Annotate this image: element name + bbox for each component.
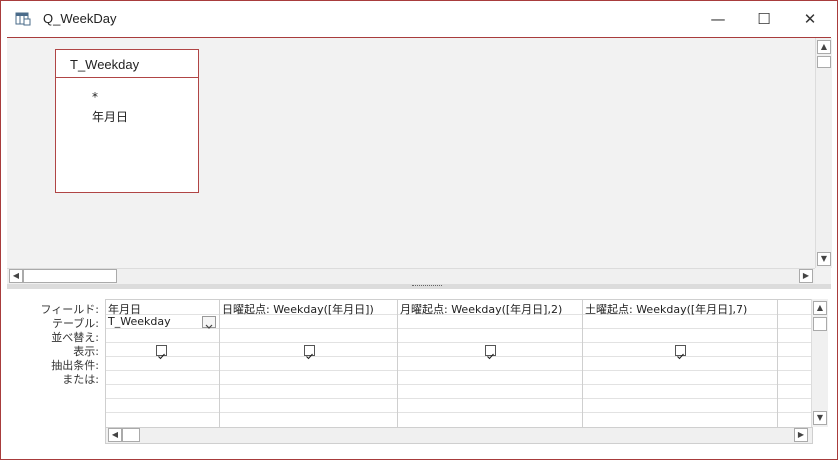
show-checkbox[interactable] bbox=[675, 345, 686, 360]
table-cell[interactable]: T_Weekday bbox=[108, 315, 171, 328]
table-pane[interactable]: T_Weekday * 年月日 ▲ ▼ ◀ ▶ bbox=[7, 37, 832, 285]
row-label-or: または: bbox=[62, 373, 99, 386]
grid-column-4[interactable]: 土曜起点: Weekday([年月日],7) bbox=[583, 300, 778, 428]
field-cell[interactable]: 日曜起点: Weekday([年月日]) bbox=[222, 301, 374, 317]
scroll-thumb[interactable] bbox=[817, 56, 831, 68]
window-title: Q_WeekDay bbox=[43, 11, 117, 26]
vertical-scrollbar[interactable]: ▲ ▼ bbox=[815, 38, 832, 268]
query-design-window: Q_WeekDay — ☐ ✕ T_Weekday * 年月日 ▲ ▼ ◀ ▶ … bbox=[0, 0, 838, 460]
minimize-icon: — bbox=[710, 10, 726, 28]
grid-column-3[interactable]: 月曜起点: Weekday([年月日],2) bbox=[398, 300, 583, 428]
scroll-thumb[interactable] bbox=[122, 428, 140, 442]
grid-column-2[interactable]: 日曜起点: Weekday([年月日]) bbox=[220, 300, 398, 428]
scroll-up-icon[interactable]: ▲ bbox=[817, 40, 831, 54]
title-bar[interactable]: Q_WeekDay — ☐ ✕ bbox=[1, 1, 837, 37]
scroll-thumb[interactable] bbox=[23, 269, 117, 283]
scroll-thumb[interactable] bbox=[813, 317, 827, 331]
field-list-item-date[interactable]: 年月日 bbox=[92, 108, 128, 125]
table-name[interactable]: T_Weekday bbox=[56, 50, 198, 78]
maximize-icon: ☐ bbox=[757, 10, 771, 28]
scroll-left-icon[interactable]: ◀ bbox=[108, 428, 122, 442]
grid-column-1[interactable]: 年月日 T_Weekday bbox=[106, 300, 220, 428]
grid-vertical-scrollbar[interactable]: ▲ ▼ bbox=[811, 299, 828, 427]
field-list-item-all[interactable]: * bbox=[92, 90, 98, 104]
field-cell[interactable]: 月曜起点: Weekday([年月日],2) bbox=[400, 301, 562, 317]
design-grid-pane: フィールド: テーブル: 並べ替え: 表示: 抽出条件: または: 年月日 T_… bbox=[7, 289, 831, 453]
scroll-up-icon[interactable]: ▲ bbox=[813, 301, 827, 315]
maximize-button[interactable]: ☐ bbox=[741, 1, 787, 37]
scroll-down-icon[interactable]: ▼ bbox=[813, 411, 827, 425]
grid-horizontal-scrollbar[interactable]: ◀ ▶ bbox=[105, 427, 813, 444]
close-icon: ✕ bbox=[803, 10, 817, 28]
show-checkbox[interactable] bbox=[156, 345, 167, 360]
query-design-grid[interactable]: 年月日 T_Weekday 日曜起点: Weekday([年月日]) 月曜起点:… bbox=[105, 299, 813, 429]
row-labels: フィールド: テーブル: 並べ替え: 表示: 抽出条件: または: bbox=[7, 299, 100, 439]
show-checkbox[interactable] bbox=[304, 345, 315, 360]
horizontal-scrollbar[interactable]: ◀ ▶ bbox=[7, 268, 815, 284]
query-design-icon bbox=[15, 11, 31, 27]
scroll-right-icon[interactable]: ▶ bbox=[794, 428, 808, 442]
table-dropdown-button[interactable] bbox=[202, 316, 216, 329]
scroll-left-icon[interactable]: ◀ bbox=[9, 269, 23, 283]
close-button[interactable]: ✕ bbox=[787, 1, 833, 37]
minimize-button[interactable]: — bbox=[695, 1, 741, 37]
show-checkbox[interactable] bbox=[485, 345, 496, 360]
splitter-grip[interactable] bbox=[412, 285, 442, 288]
table-field-list[interactable]: T_Weekday * 年月日 bbox=[55, 49, 199, 193]
scroll-down-icon[interactable]: ▼ bbox=[817, 252, 831, 266]
grid-column-5[interactable] bbox=[778, 300, 812, 428]
scroll-right-icon[interactable]: ▶ bbox=[799, 269, 813, 283]
field-cell[interactable]: 土曜起点: Weekday([年月日],7) bbox=[585, 301, 747, 317]
